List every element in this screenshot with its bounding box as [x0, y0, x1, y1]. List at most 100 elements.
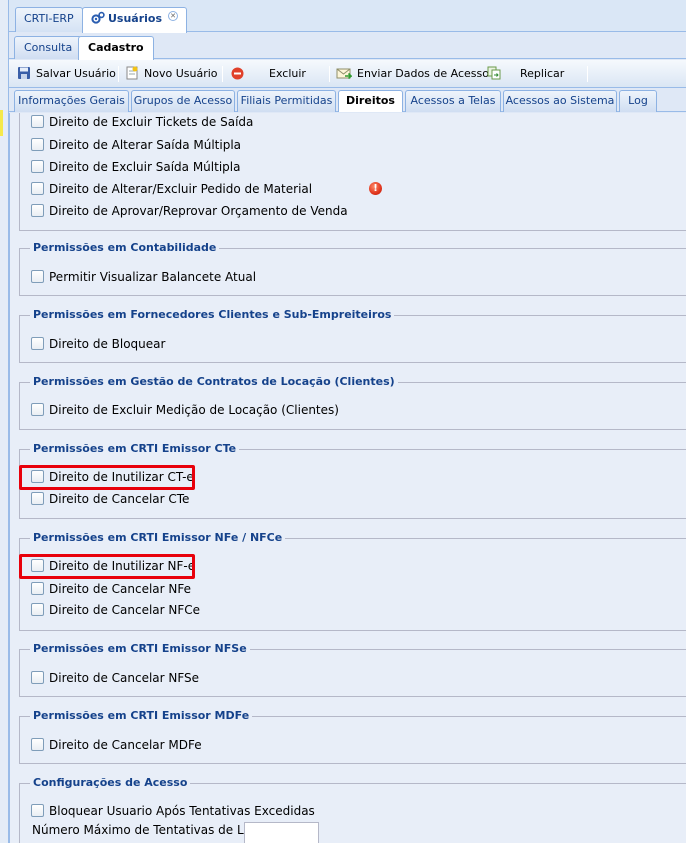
save-user-button[interactable]: Salvar Usuário	[17, 65, 116, 83]
send-mail-icon	[336, 68, 353, 80]
checkbox[interactable]	[31, 671, 44, 684]
replicate-label: Replicar	[520, 67, 565, 80]
checkbox-row[interactable]: Direito de Cancelar CTe	[31, 491, 189, 507]
tab-grupos-de-acesso[interactable]: Grupos de Acesso	[131, 90, 235, 112]
close-icon[interactable]: ✕	[168, 11, 179, 21]
highlight-box-inutilizar-nfe	[19, 554, 195, 579]
checkbox[interactable]	[31, 804, 44, 817]
tab-consulta[interactable]: Consulta	[14, 36, 83, 59]
checkbox[interactable]	[31, 337, 44, 350]
checkbox-label: Bloquear Usuario Após Tentativas Excedid…	[49, 804, 315, 818]
checkbox-label: Direito de Bloquear	[49, 337, 166, 351]
mode-tab-bar: Consulta Cadastro	[9, 33, 686, 60]
fieldset-contabilidade: Permissões em Contabilidade Permitir Vis…	[19, 241, 686, 296]
replicate-button[interactable]: Replicar	[487, 65, 564, 83]
tab-direitos[interactable]: Direitos	[338, 90, 403, 112]
checkbox-row[interactable]: Direito de Cancelar MDFe	[31, 737, 202, 753]
checkbox-row[interactable]: Direito de Alterar/Excluir Pedido de Mat…	[31, 181, 312, 197]
detail-tab-bar: Informações Gerais Grupos de Acesso Fili…	[9, 88, 686, 112]
checkbox[interactable]	[31, 738, 44, 751]
fieldset-emissor-nfe: Permissões em CRTI Emissor NFe / NFCe Di…	[19, 531, 686, 631]
rights-panel[interactable]: Direito de Excluir Tickets de Saída Dire…	[9, 113, 686, 843]
checkbox-row[interactable]: Direito de Cancelar NFe	[31, 581, 191, 597]
tab-label: Grupos de Acesso	[133, 94, 233, 107]
new-user-button[interactable]: Novo Usuário	[125, 65, 218, 83]
fieldset-emissor-mdfe: Permissões em CRTI Emissor MDFe Direito …	[19, 709, 686, 764]
fieldset-legend: Permissões em Contabilidade	[30, 241, 220, 255]
toolbar: Salvar Usuário Novo Usuário Excluir Envi…	[9, 60, 686, 88]
floppy-disk-icon	[18, 67, 30, 79]
checkbox[interactable]	[31, 270, 44, 283]
tab-acessos-a-telas[interactable]: Acessos a Telas	[405, 90, 501, 112]
checkbox-label: Direito de Cancelar NFe	[49, 582, 191, 596]
checkbox[interactable]	[31, 138, 44, 151]
max-login-attempts-input[interactable]	[244, 822, 319, 843]
checkbox[interactable]	[31, 160, 44, 173]
tab-label: Log	[628, 94, 648, 107]
checkbox[interactable]	[31, 115, 44, 128]
checkbox[interactable]	[31, 603, 44, 616]
gears-icon	[91, 11, 105, 25]
fieldset-configuracoes-acesso: Configurações de Acesso Bloquear Usuario…	[19, 776, 686, 843]
tab-label: Acessos ao Sistema	[505, 94, 615, 107]
tab-label: Cadastro	[88, 41, 144, 54]
warning-icon[interactable]: !	[369, 182, 382, 195]
fieldset-legend: Permissões em Fornecedores Clientes e Su…	[30, 308, 395, 322]
checkbox-label: Direito de Alterar/Excluir Pedido de Mat…	[49, 182, 313, 196]
app-window: CRTI-ERP Usuários ✕ Consulta Cadastro Sal…	[9, 0, 686, 843]
checkbox-label: Direito de Cancelar MDFe	[49, 738, 202, 752]
toolbar-separator	[222, 66, 223, 82]
delete-label: Excluir	[269, 67, 306, 80]
send-access-data-button[interactable]: Enviar Dados de Acesso	[336, 65, 489, 83]
window-tab-crti-erp[interactable]: CRTI-ERP	[15, 7, 83, 32]
checkbox-row[interactable]: Direito de Bloquear	[31, 336, 165, 352]
checkbox-label: Direito de Alterar Saída Múltipla	[49, 138, 242, 152]
tab-label: Acessos a Telas	[410, 94, 496, 107]
toolbar-separator	[118, 66, 119, 82]
checkbox-row[interactable]: Direito de Excluir Saída Múltipla	[31, 159, 240, 175]
fieldset-fornecedores: Permissões em Fornecedores Clientes e Su…	[19, 308, 686, 363]
checkbox[interactable]	[31, 582, 44, 595]
tab-label: Informações Gerais	[18, 94, 125, 107]
fieldset-legend: Permissões em CRTI Emissor CTe	[30, 442, 240, 456]
highlight-box-inutilizar-cte	[19, 465, 195, 490]
checkbox-row[interactable]: Permitir Visualizar Balancete Atual	[31, 269, 256, 285]
checkbox-label: Direito de Cancelar NFCe	[49, 603, 201, 617]
replicate-icon	[487, 66, 501, 80]
checkbox[interactable]	[31, 182, 44, 195]
checkbox[interactable]	[31, 204, 44, 217]
new-document-icon	[126, 66, 138, 80]
window-tab-usuarios[interactable]: Usuários ✕	[82, 7, 188, 33]
tab-acessos-ao-sistema[interactable]: Acessos ao Sistema	[503, 90, 617, 112]
checkbox[interactable]	[31, 403, 44, 416]
tab-cadastro[interactable]: Cadastro	[78, 36, 154, 60]
fieldset-legend: Configurações de Acesso	[30, 776, 191, 790]
save-user-label: Salvar Usuário	[36, 67, 116, 80]
tab-filiais-permitidas[interactable]: Filiais Permitidas	[237, 90, 336, 112]
new-user-label: Novo Usuário	[144, 67, 218, 80]
delete-button[interactable]: Excluir	[231, 65, 306, 83]
fieldset-contratos-locacao: Permissões em Gestão de Contratos de Loc…	[19, 375, 686, 430]
fieldset-top-permissions: Direito de Excluir Tickets de Saída Dire…	[19, 113, 686, 231]
fieldset-legend: Permissões em Gestão de Contratos de Loc…	[30, 375, 398, 389]
checkbox-row[interactable]: Bloquear Usuario Após Tentativas Excedid…	[31, 803, 315, 819]
tab-label: Direitos	[346, 94, 395, 107]
tab-informacoes-gerais[interactable]: Informações Gerais	[14, 90, 129, 112]
checkbox-row[interactable]: Direito de Excluir Tickets de Saída	[31, 114, 253, 130]
left-edge-marker	[0, 110, 3, 136]
left-edge-strip	[0, 0, 9, 843]
checkbox[interactable]	[31, 492, 44, 505]
tab-label: Filiais Permitidas	[240, 94, 333, 107]
checkbox-label: Direito de Excluir Medição de Locação (C…	[49, 403, 339, 417]
checkbox-row[interactable]: Direito de Cancelar NFSe	[31, 670, 199, 686]
checkbox-row[interactable]: Direito de Excluir Medição de Locação (C…	[31, 402, 339, 418]
tab-log[interactable]: Log	[619, 90, 657, 112]
window-tab-bar: CRTI-ERP Usuários ✕	[9, 0, 686, 33]
toolbar-separator	[329, 66, 330, 82]
fieldset-legend: Permissões em CRTI Emissor NFSe	[30, 642, 250, 656]
checkbox-row[interactable]: Direito de Cancelar NFCe	[31, 602, 200, 618]
checkbox-label: Direito de Excluir Tickets de Saída	[49, 115, 254, 129]
checkbox-row[interactable]: Direito de Alterar Saída Múltipla	[31, 137, 241, 153]
fieldset-emissor-nfse: Permissões em CRTI Emissor NFSe Direito …	[19, 642, 686, 697]
checkbox-row[interactable]: Direito de Aprovar/Reprovar Orçamento de…	[31, 203, 348, 219]
